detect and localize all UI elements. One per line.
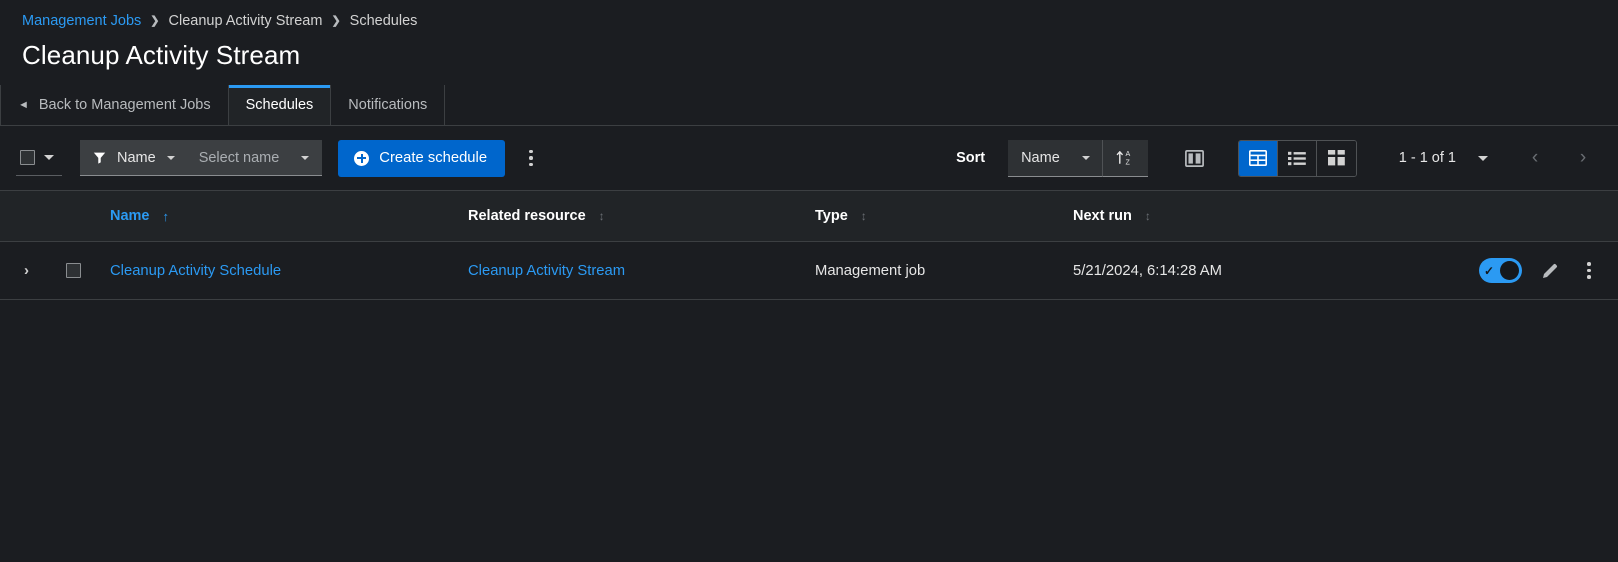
kebab-dot xyxy=(1587,262,1591,266)
chevron-down-icon xyxy=(1478,156,1488,161)
toolbar-right-group: Sort Name A Z xyxy=(956,140,1600,177)
manage-columns-icon xyxy=(1185,150,1204,167)
page-title: Cleanup Activity Stream xyxy=(22,39,1596,71)
kebab-dot xyxy=(529,150,533,154)
view-mode-toggle-group xyxy=(1238,140,1357,177)
column-header-next-run[interactable]: Next run ↕ xyxy=(1073,208,1438,224)
sort-both-icon: ↕ xyxy=(1145,210,1151,222)
view-mode-card-button[interactable] xyxy=(1317,141,1356,176)
tab-bar: ◄ Back to Management Jobs Schedules Noti… xyxy=(0,85,1618,126)
edit-schedule-button[interactable] xyxy=(1536,257,1564,285)
pagination: 1 - 1 of 1 ‹ › xyxy=(1399,141,1600,175)
sort-field-dropdown[interactable]: Name xyxy=(1008,140,1103,177)
column-header-label: Related resource xyxy=(468,208,586,224)
row-checkbox[interactable] xyxy=(66,263,81,278)
pagination-next-button[interactable]: › xyxy=(1566,141,1600,175)
column-header-type[interactable]: Type ↕ xyxy=(815,208,1073,224)
chevron-down-icon xyxy=(44,155,54,160)
table-row: › Cleanup Activity Schedule Cleanup Acti… xyxy=(0,242,1618,300)
breadcrumb-separator-icon: ❯ xyxy=(331,11,340,31)
toolbar: Name Select name Create schedule Sort Na… xyxy=(0,126,1618,190)
svg-text:Z: Z xyxy=(1125,159,1130,167)
chevron-right-icon[interactable]: › xyxy=(24,263,29,278)
related-resource-link[interactable]: Cleanup Activity Stream xyxy=(468,263,625,279)
filter-funnel-icon xyxy=(93,151,106,164)
card-view-icon xyxy=(1328,150,1345,166)
row-kebab-menu[interactable] xyxy=(1578,255,1600,287)
pagination-perpage-dropdown[interactable] xyxy=(1470,143,1496,173)
filter-type-label: Name xyxy=(117,150,156,166)
tab-label: Notifications xyxy=(348,97,427,113)
chevron-down-icon xyxy=(167,156,175,160)
row-next-run-cell: 5/21/2024, 6:14:28 AM xyxy=(1073,262,1438,280)
view-mode-table-button[interactable] xyxy=(1239,141,1278,176)
sort-group: Name A Z xyxy=(1008,140,1148,177)
column-header-label: Name xyxy=(110,208,150,224)
sort-both-icon: ↕ xyxy=(599,210,605,222)
kebab-dot xyxy=(529,156,533,160)
breadcrumb-item-cleanup-activity-stream: Cleanup Activity Stream xyxy=(169,11,323,31)
create-schedule-button[interactable]: Create schedule xyxy=(338,140,505,177)
sort-label: Sort xyxy=(956,150,985,166)
next-run-value: 5/21/2024, 6:14:28 AM xyxy=(1073,263,1222,279)
sort-az-ascending-icon: A Z xyxy=(1116,148,1135,167)
create-schedule-label: Create schedule xyxy=(379,150,487,166)
table-header-row: Name ↑ Related resource ↕ Type ↕ Next ru… xyxy=(0,190,1618,242)
column-header-related-resource[interactable]: Related resource ↕ xyxy=(468,208,815,224)
schedule-enabled-toggle[interactable]: ✓ xyxy=(1479,258,1522,283)
row-name-cell: Cleanup Activity Schedule xyxy=(93,262,468,280)
breadcrumb-separator-icon: ❯ xyxy=(150,11,159,31)
column-header-label: Type xyxy=(815,208,848,224)
tab-label: Schedules xyxy=(246,97,314,113)
manage-columns-button[interactable] xyxy=(1174,140,1216,177)
back-arrow-icon: ◄ xyxy=(18,100,29,111)
check-icon: ✓ xyxy=(1484,265,1494,277)
toggle-knob xyxy=(1500,261,1519,280)
pencil-edit-icon xyxy=(1541,262,1559,280)
tab-label: Back to Management Jobs xyxy=(39,97,211,113)
chevron-down-icon xyxy=(1082,156,1090,160)
kebab-dot xyxy=(1587,275,1591,279)
tab-schedules[interactable]: Schedules xyxy=(229,85,332,125)
filter-group: Name Select name xyxy=(80,140,322,176)
row-expand-cell: › xyxy=(0,263,53,278)
row-actions-cell: ✓ xyxy=(1438,255,1618,287)
pagination-range: 1 - 1 of 1 xyxy=(1399,150,1456,166)
list-view-icon xyxy=(1288,151,1306,166)
toolbar-kebab-menu[interactable] xyxy=(515,140,547,176)
sort-both-icon: ↕ xyxy=(861,210,867,222)
schedule-name-link[interactable]: Cleanup Activity Schedule xyxy=(110,263,281,279)
filter-value-dropdown[interactable]: Select name xyxy=(189,140,323,175)
table-view-icon xyxy=(1249,150,1267,166)
sort-field-value: Name xyxy=(1021,150,1060,166)
filter-value-placeholder: Select name xyxy=(199,150,280,166)
sort-ascending-icon: ↑ xyxy=(163,210,170,223)
page-header: Management Jobs ❯ Cleanup Activity Strea… xyxy=(0,0,1618,85)
row-checkbox-cell xyxy=(53,263,93,278)
view-mode-list-button[interactable] xyxy=(1278,141,1317,176)
type-value: Management job xyxy=(815,263,925,279)
sort-direction-button[interactable]: A Z xyxy=(1103,140,1148,177)
kebab-dot xyxy=(1587,269,1591,273)
kebab-dot xyxy=(529,163,533,167)
bulk-select-dropdown[interactable] xyxy=(16,140,62,176)
breadcrumb-item-management-jobs[interactable]: Management Jobs xyxy=(22,11,141,31)
column-header-name[interactable]: Name ↑ xyxy=(93,208,468,224)
column-header-label: Next run xyxy=(1073,208,1132,224)
breadcrumb-item-schedules: Schedules xyxy=(350,11,418,31)
schedules-table: Name ↑ Related resource ↕ Type ↕ Next ru… xyxy=(0,190,1618,300)
breadcrumb: Management Jobs ❯ Cleanup Activity Strea… xyxy=(22,11,1596,31)
row-related-resource-cell: Cleanup Activity Stream xyxy=(468,262,815,280)
tab-back-to-management-jobs[interactable]: ◄ Back to Management Jobs xyxy=(0,85,229,125)
plus-circle-icon xyxy=(354,151,369,166)
filter-type-dropdown[interactable]: Name xyxy=(80,140,189,175)
chevron-down-icon xyxy=(301,156,309,160)
row-type-cell: Management job xyxy=(815,262,1073,280)
pagination-prev-button[interactable]: ‹ xyxy=(1518,141,1552,175)
svg-text:A: A xyxy=(1125,150,1130,158)
toolbar-left-group: Name Select name Create schedule xyxy=(16,140,547,177)
checkbox-icon[interactable] xyxy=(20,150,35,165)
tab-notifications[interactable]: Notifications xyxy=(331,85,445,125)
